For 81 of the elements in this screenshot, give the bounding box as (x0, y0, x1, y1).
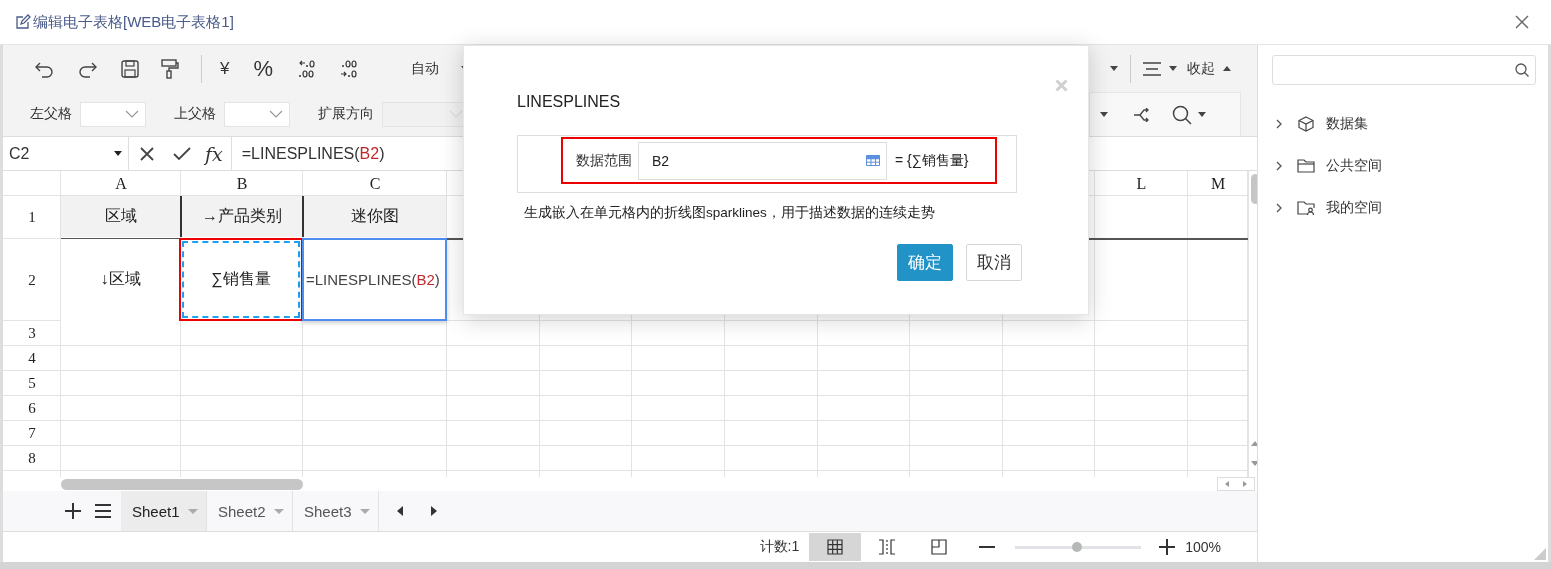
table-cell: =LINESPLINES(B2) (302, 238, 447, 321)
select-field[interactable] (224, 101, 290, 127)
tree-item[interactable]: 数据集 (1326, 115, 1368, 133)
table-cell: 区域 (61, 196, 180, 237)
table-cell: →产品类别 (180, 196, 302, 237)
grid-view-icon[interactable] (809, 533, 862, 561)
select-label: 左父格 (30, 105, 72, 123)
zoom-in-icon[interactable] (1159, 539, 1176, 555)
description: 生成嵌入在单元格内的折线图sparklines，用于描述数据的连续走势 (524, 204, 936, 222)
chevron-right-icon[interactable] (1274, 161, 1284, 171)
sheet-tab[interactable]: Sheet2 (207, 491, 293, 531)
increase-decimal-icon[interactable] (297, 58, 318, 79)
previous-icon[interactable] (397, 506, 403, 516)
tree-item[interactable]: 我的空间 (1326, 199, 1382, 217)
column-header[interactable]: A (115, 174, 127, 193)
collapse-button[interactable]: 收起 (1187, 59, 1215, 78)
table-cell: 迷你图 (302, 196, 446, 237)
window-title: 编辑电子表格[WEB电子表格1] (33, 12, 234, 32)
add-icon[interactable] (65, 503, 81, 519)
row-header[interactable]: 8 (28, 450, 36, 467)
caret-icon[interactable] (1198, 112, 1206, 117)
function-button[interactable]: fx (205, 142, 223, 165)
row-header[interactable]: 7 (28, 425, 36, 442)
caret-icon[interactable] (1223, 66, 1231, 71)
search-field[interactable] (1272, 55, 1536, 85)
select-label: 上父格 (174, 105, 216, 123)
search-icon[interactable] (1172, 104, 1192, 125)
resize-grip-icon[interactable] (1534, 548, 1546, 560)
range-field[interactable]: B2 (638, 141, 887, 180)
folder-icon (1297, 158, 1315, 174)
next-icon[interactable] (431, 506, 437, 516)
check-icon[interactable] (173, 146, 191, 161)
dialog-title: LINESPLINES (517, 93, 622, 111)
formula-input[interactable]: =LINESPLINES(B2) (241, 144, 385, 163)
row-header[interactable]: 6 (28, 400, 36, 417)
cancel-button[interactable]: 取消 (966, 244, 1022, 281)
chevron-right-icon[interactable] (1274, 203, 1284, 213)
name-box[interactable]: C2 (3, 137, 129, 170)
row-header[interactable]: 5 (28, 375, 36, 392)
cancel-icon[interactable] (139, 145, 155, 162)
resolved-value: = {∑销售量} (895, 151, 969, 170)
close-icon[interactable] (1515, 15, 1529, 29)
row-header[interactable]: 1 (28, 209, 36, 226)
chevron-down-icon[interactable] (125, 110, 139, 118)
number-format-dropdown[interactable]: 自动 (411, 59, 440, 78)
column-header[interactable]: C (369, 174, 381, 193)
sheet-tab[interactable]: Sheet1 (121, 491, 207, 531)
chevron-right-icon[interactable] (1274, 119, 1284, 129)
select-label: 扩展方向 (318, 105, 374, 123)
caret-icon[interactable] (114, 151, 122, 156)
format-painter-icon[interactable] (161, 58, 179, 79)
column-header[interactable]: B (236, 174, 248, 193)
decrease-decimal-icon[interactable] (339, 58, 360, 79)
column-header[interactable]: L (1136, 174, 1147, 193)
table-icon[interactable] (866, 155, 880, 166)
count-label: 计数:1 (759, 538, 800, 556)
currency-button[interactable]: ¥ (220, 58, 230, 79)
row-header[interactable]: 2 (28, 271, 36, 289)
sheet-tab[interactable]: Sheet3 (293, 491, 379, 531)
menu-icon[interactable] (95, 504, 111, 518)
table-cell: ∑销售量 (179, 238, 303, 321)
column-header[interactable]: M (1210, 174, 1226, 193)
edit-icon (15, 14, 31, 30)
row-header[interactable]: 3 (28, 325, 36, 342)
horizontal-scrollbar[interactable] (61, 478, 303, 490)
align-icon[interactable] (1143, 61, 1161, 76)
branch-icon[interactable] (1134, 107, 1150, 122)
tree-item[interactable]: 公共空间 (1326, 157, 1382, 175)
user-folder-icon (1297, 200, 1315, 216)
save-icon[interactable] (121, 59, 139, 78)
caret-icon[interactable] (1110, 66, 1118, 71)
select-field[interactable] (80, 101, 146, 127)
caret-icon[interactable] (1100, 112, 1108, 117)
cube-icon (1297, 116, 1315, 132)
percent-button[interactable]: % (253, 55, 274, 82)
zoom-percent: 100% (1185, 539, 1221, 555)
row-header[interactable]: 4 (28, 350, 36, 367)
caret-icon[interactable] (1169, 66, 1177, 71)
chevron-down-icon[interactable] (269, 110, 283, 118)
search-icon[interactable] (1515, 63, 1529, 77)
field-label: 数据范围 (576, 151, 632, 170)
